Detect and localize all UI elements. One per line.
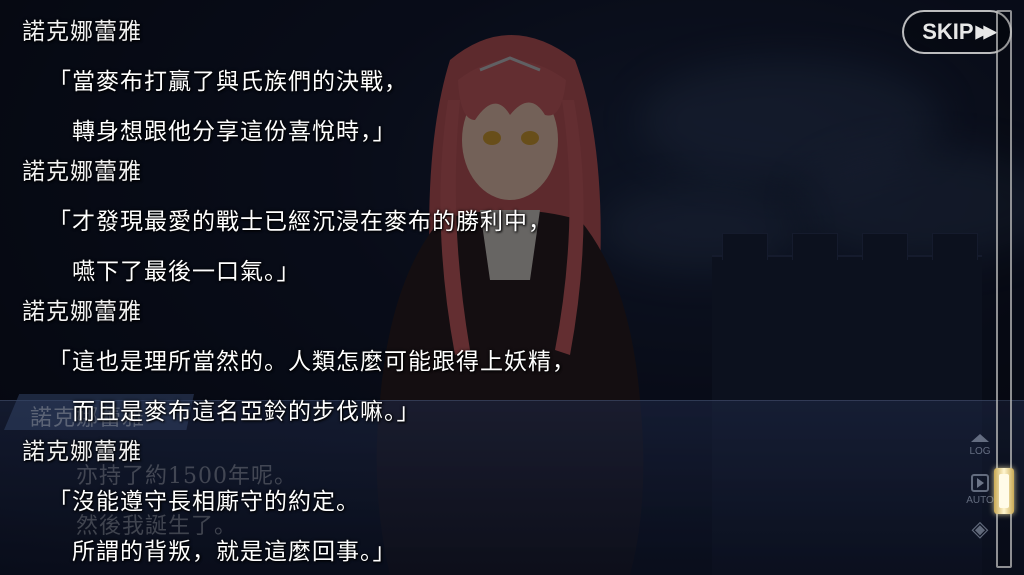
skip-label: SKIP [922,19,974,44]
fast-forward-icon: ▶▶ [975,22,997,41]
dialogue-line: 而且是麥布這名亞鈴的步伐嘛。」 [72,399,421,425]
scrollbar-thumb[interactable] [994,467,1014,514]
dialogue-log[interactable]: 諾克娜蕾雅 「當麥布打贏了與氏族們的決戰， 轉身想跟他分享這份喜悅時，」 諾克娜… [0,0,980,575]
speaker-name: 諾克娜蕾雅 [22,159,142,185]
speaker-name: 諾克娜蕾雅 [22,439,142,465]
speaker-name: 諾克娜蕾雅 [22,19,142,45]
dialogue-line: 「沒能遵守長相廝守的約定。 [48,489,360,515]
dialogue-line: 「當麥布打贏了與氏族們的決戰， [48,69,408,95]
dialogue-line: 所謂的背叛，就是這麼回事。」 [72,539,397,565]
game-scene: 諾克娜蕾雅 亦持了約1500年呢。 然後我誕生了。 LOG AUTO ◈ 諾克娜… [0,0,1024,575]
speaker-name: 諾克娜蕾雅 [22,299,142,325]
dialogue-line: 嚥下了最後一口氣。」 [72,259,301,285]
dialogue-line: 轉身想跟他分享這份喜悅時，」 [72,119,397,145]
dialogue-line: 「才發現最愛的戰士已經沉浸在麥布的勝利中， [48,209,552,235]
dialogue-line: 「這也是理所當然的。人類怎麼可能跟得上妖精， [48,349,576,375]
